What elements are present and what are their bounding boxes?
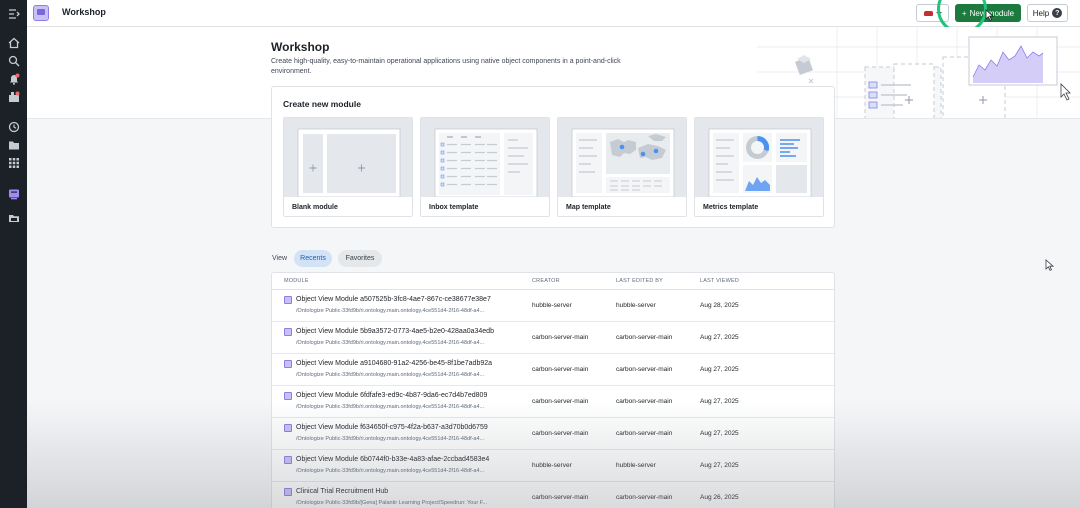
table-row[interactable]: Object View Module 6b0744f0-b33e-4a83-af… [272,450,834,482]
idle-cursor-icon [1045,259,1054,271]
home-icon[interactable] [6,35,21,50]
last-edited-by-cell: carbon-server-main [616,430,673,437]
blank-module-label: Blank module [292,204,338,211]
module-path: /Ontologize Public-33fd9b/ri.ontology.ma… [296,372,485,378]
workshop-module-icon [284,488,292,496]
table-header: MODULE CREATOR LAST EDITED BY LAST VIEWE… [272,273,834,290]
creator-cell: hubble-server [532,302,572,309]
new-module-button[interactable]: + New module [955,4,1021,22]
folder-icon[interactable] [6,210,21,225]
caret-down-icon [935,11,942,15]
workshop-module-icon [284,456,292,464]
last-viewed-cell: Aug 26, 2025 [700,494,739,501]
create-module-title: Create new module [283,99,361,109]
view-label: View [272,255,288,262]
recent-icon[interactable] [6,119,21,134]
modules-table: MODULE CREATOR LAST EDITED BY LAST VIEWE… [271,272,835,508]
table-row[interactable]: Object View Module 6fdfafe3-ed9c-4b87-9d… [272,386,834,418]
search-icon[interactable] [6,53,21,68]
help-button[interactable]: Help ? [1027,4,1068,22]
map-template-label: Map template [566,204,611,211]
column-header-last-viewed[interactable]: LAST VIEWED [700,278,739,284]
last-edited-by-cell: hubble-server [616,302,656,309]
map-template-thumbnail [558,118,686,197]
creator-cell: carbon-server-main [532,366,589,373]
module-path: /Ontologize Public-33fd9b/[Gena] Palanti… [296,500,488,506]
last-edited-by-cell: carbon-server-main [616,334,673,341]
module-name[interactable]: Object View Module 5b9a3572-0773-4ae5-b2… [296,328,494,335]
left-rail [0,0,27,508]
module-name[interactable]: Object View Module a9104680-91a2-4256-be… [296,360,492,367]
table-row[interactable]: Object View Module 5b9a3572-0773-4ae5-b2… [272,322,834,354]
new-module-label: New module [969,8,1015,18]
workshop-module-icon [284,360,292,368]
last-viewed-cell: Aug 27, 2025 [700,430,739,437]
top-bar: Workshop + New module Help ? [27,0,1080,27]
table-row[interactable]: Object View Module a507525b-3fc8-4ae7-86… [272,290,834,322]
module-path: /Ontologize Public-33fd9b/ri.ontology.ma… [296,308,485,314]
vehicle-selector-button[interactable] [916,4,949,22]
last-edited-by-cell: carbon-server-main [616,366,673,373]
last-viewed-cell: Aug 28, 2025 [700,302,739,309]
inbox-template-thumbnail [421,118,549,197]
last-edited-by-cell: carbon-server-main [616,398,673,405]
apps-grid-icon[interactable] [6,155,21,170]
files-icon[interactable] [6,137,21,152]
table-row[interactable]: Clinical Trial Recruitment Hub /Ontologi… [272,482,834,508]
column-header-module[interactable]: MODULE [284,278,309,284]
applications-icon[interactable] [6,89,21,104]
last-viewed-cell: Aug 27, 2025 [700,398,739,405]
module-path: /Ontologize Public-33fd9b/ri.ontology.ma… [296,436,485,442]
inbox-template[interactable]: Inbox template [420,117,550,217]
module-path: /Ontologize Public-33fd9b/ri.ontology.ma… [296,404,485,410]
column-header-creator[interactable]: CREATOR [532,278,560,284]
creator-cell: carbon-server-main [532,494,589,501]
create-new-module-card: Create new module Blank module Inbox tem… [271,86,835,228]
metrics-template-thumbnail [695,118,823,197]
map-template[interactable]: Map template [557,117,687,217]
help-label: Help [1032,8,1050,18]
plus-icon: + [961,8,967,18]
creator-cell: carbon-server-main [532,398,589,405]
module-name[interactable]: Object View Module 6fdfafe3-ed9c-4b87-9d… [296,392,487,399]
creator-cell: hubble-server [532,462,572,469]
workshop-logo-icon [33,5,49,21]
app-title: Workshop [62,7,106,17]
last-viewed-cell: Aug 27, 2025 [700,334,739,341]
metrics-template-label: Metrics template [703,204,759,211]
workshop-icon[interactable] [6,186,21,201]
module-path: /Ontologize Public-33fd9b/ri.ontology.ma… [296,340,485,346]
page-description: Create high-quality, easy-to-maintain op… [271,58,621,75]
last-edited-by-cell: hubble-server [616,462,656,469]
tab-recents[interactable]: Recents [294,250,332,267]
notifications-icon[interactable] [6,71,21,86]
module-path: /Ontologize Public-33fd9b/ri.ontology.ma… [296,468,485,474]
page-title: Workshop [271,40,330,54]
workshop-module-icon [284,392,292,400]
module-name[interactable]: Object View Module 6b0744f0-b33e-4a83-af… [296,456,489,463]
help-question-icon: ? [1052,8,1063,18]
module-name[interactable]: Object View Module f634650f-c975-4f2a-b6… [296,424,488,431]
creator-cell: carbon-server-main [532,430,589,437]
workshop-module-icon [284,296,292,304]
car-icon [923,10,933,16]
inbox-template-label: Inbox template [429,204,479,211]
table-row[interactable]: Object View Module f634650f-c975-4f2a-b6… [272,418,834,450]
last-viewed-cell: Aug 27, 2025 [700,366,739,373]
workshop-module-icon [284,424,292,432]
last-edited-by-cell: carbon-server-main [616,494,673,501]
workshop-module-icon [284,328,292,336]
blank-module-thumbnail [284,118,412,197]
metrics-template[interactable]: Metrics template [694,117,824,217]
last-viewed-cell: Aug 27, 2025 [700,462,739,469]
table-row[interactable]: Object View Module a9104680-91a2-4256-be… [272,354,834,386]
blank-module-template[interactable]: Blank module [283,117,413,217]
column-header-last-edited-by[interactable]: LAST EDITED BY [616,278,663,284]
module-name[interactable]: Clinical Trial Recruitment Hub [296,488,388,495]
tab-favorites[interactable]: Favorites [338,250,382,267]
menu-expand-icon[interactable] [6,6,21,21]
module-name[interactable]: Object View Module a507525b-3fc8-4ae7-86… [296,296,491,303]
creator-cell: carbon-server-main [532,334,589,341]
